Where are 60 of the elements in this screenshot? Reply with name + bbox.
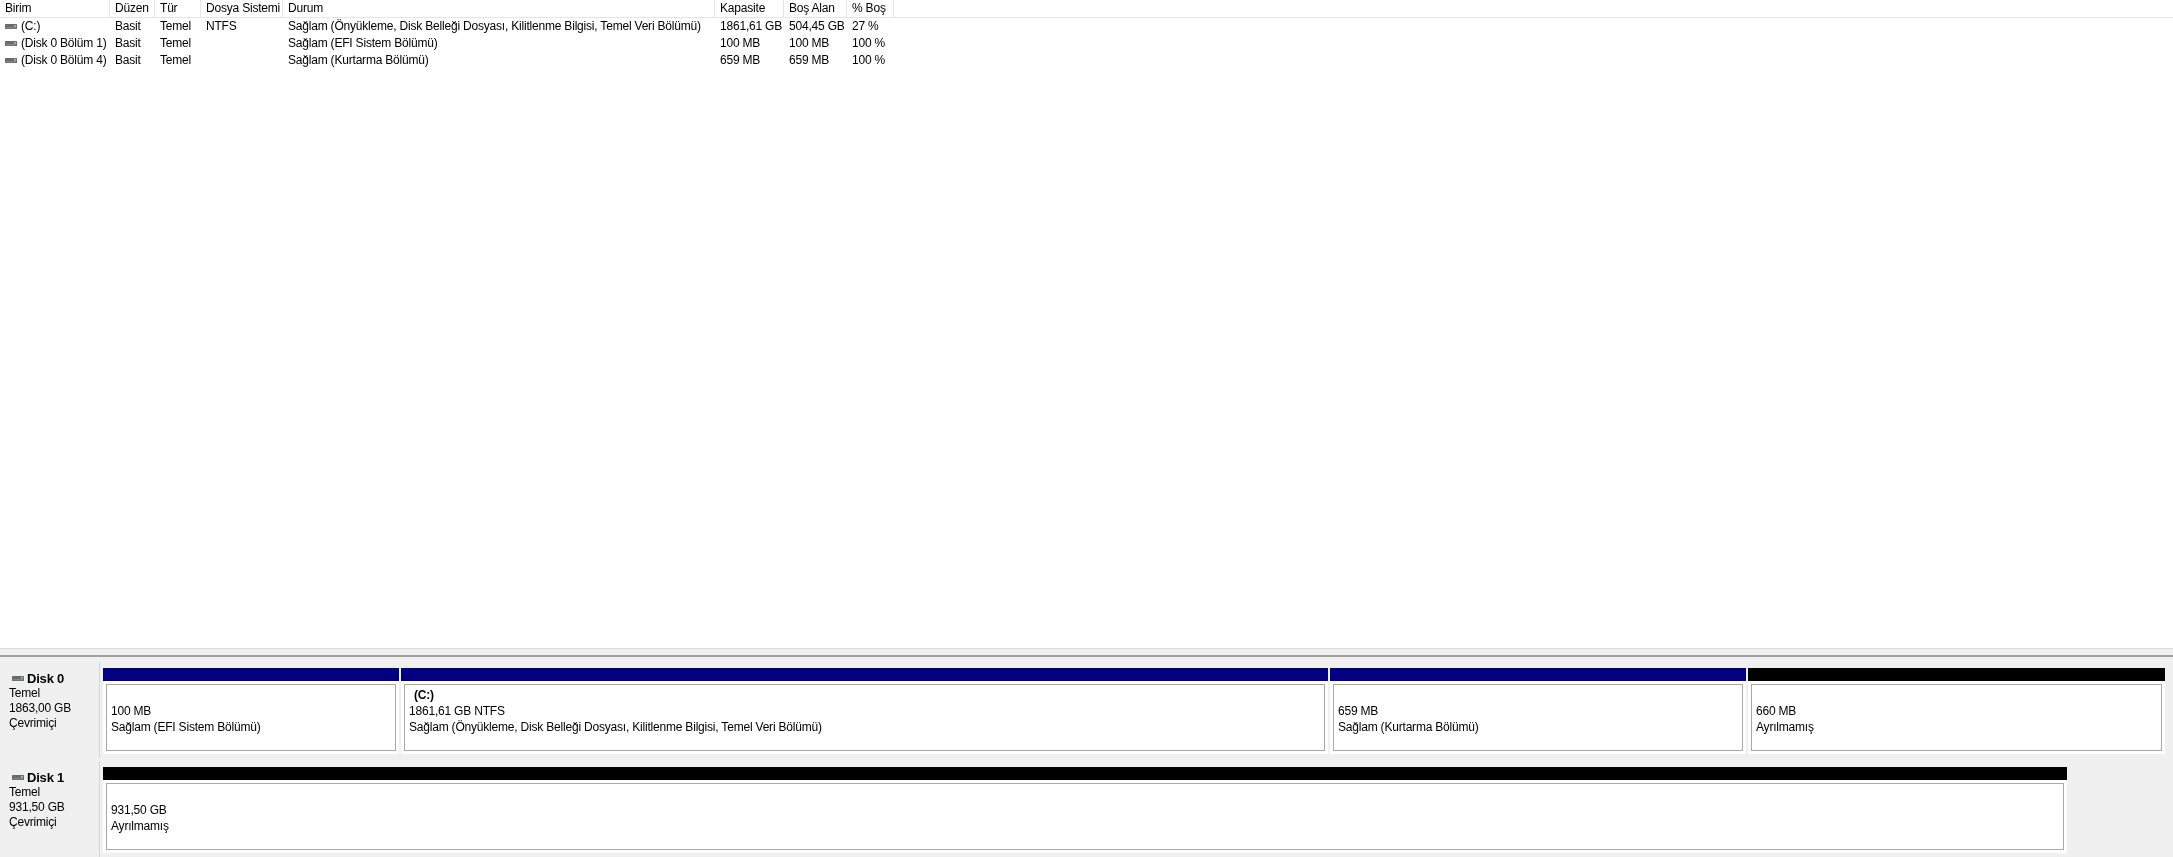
table-cell: Basit <box>115 52 141 69</box>
disk-size: 1863,00 GB <box>9 701 73 716</box>
partition-box[interactable]: 100 MB Sağlam (EFI Sistem Bölümü) <box>103 681 399 754</box>
partition-status: Sağlam (Önyükleme, Disk Belleği Dosyası, Kilitlenme Bilgisi, Temel Veri Bölümü) <box>409 719 823 735</box>
column-header[interactable]: Boş Alan <box>784 0 847 17</box>
column-header[interactable]: Dosya Sistemi <box>201 0 283 17</box>
column-header[interactable]: Durum <box>283 0 715 17</box>
table-cell: (Disk 0 Bölüm 4) <box>21 52 107 69</box>
disk-name: Disk 0 <box>27 671 65 686</box>
disk-icon <box>12 676 24 681</box>
drive-icon <box>5 58 17 63</box>
column-header[interactable]: Birim <box>0 0 110 17</box>
partition-box[interactable]: 660 MB Ayrılmamış <box>1748 681 2165 754</box>
partition-size: 1861,61 GB NTFS <box>409 703 506 719</box>
partition-box[interactable]: 659 MB Sağlam (Kurtarma Bölümü) <box>1330 681 1746 754</box>
partition-size: 100 MB <box>111 703 153 719</box>
table-cell: 659 MB <box>720 52 761 69</box>
disk-status: Çevrimiçi <box>9 815 58 830</box>
disk-size: 931,50 GB <box>9 800 66 815</box>
column-header[interactable]: Kapasite <box>715 0 784 17</box>
table-cell: Sağlam (EFI Sistem Bölümü) <box>288 35 438 52</box>
partition-size: 660 MB <box>1756 703 1798 719</box>
partition-status: Ayrılmamış <box>111 818 170 834</box>
table-cell: 504,45 GB <box>789 18 845 35</box>
table-cell: Sağlam (Önyükleme, Disk Belleği Dosyası, Kilitlenme Bilgisi, Temel Veri Bölümü) <box>288 18 701 35</box>
drive-icon <box>5 41 17 46</box>
splitter-handle[interactable] <box>0 648 2173 657</box>
partition-status: Ayrılmamış <box>1756 719 1815 735</box>
table-cell: (C:) <box>21 18 41 35</box>
column-header[interactable]: Düzen <box>110 0 155 17</box>
partition-box[interactable]: 931,50 GB Ayrılmamış <box>103 780 2067 853</box>
table-cell: NTFS <box>206 18 237 35</box>
table-cell: 100 MB <box>789 35 830 52</box>
table-cell: Sağlam (Kurtarma Bölümü) <box>288 52 429 69</box>
table-cell: Basit <box>115 35 141 52</box>
partition-size: 659 MB <box>1338 703 1380 719</box>
disk-type: Temel <box>9 785 41 800</box>
table-cell: 100 MB <box>720 35 761 52</box>
table-cell: 100 % <box>852 52 886 69</box>
partition-box[interactable]: (C:) 1861,61 GB NTFS Sağlam (Önyükleme, Disk Belleği Dosyası, Kilitlenme Bilgisi, Temel Veri Bölümü) <box>401 681 1328 754</box>
partition-status: Sağlam (Kurtarma Bölümü) <box>1338 719 1480 735</box>
table-cell: 100 % <box>852 35 886 52</box>
disk-type: Temel <box>9 686 41 701</box>
partition-label: (C:) <box>413 687 435 703</box>
disk-name: Disk 1 <box>27 770 65 785</box>
table-cell: 27 % <box>852 18 879 35</box>
disk-status: Çevrimiçi <box>9 716 58 731</box>
table-cell: Temel <box>160 35 191 52</box>
table-cell: (Disk 0 Bölüm 1) <box>21 35 107 52</box>
table-cell: 1861,61 GB <box>720 18 783 35</box>
drive-icon <box>5 24 17 29</box>
partition-status: Sağlam (EFI Sistem Bölümü) <box>111 719 262 735</box>
column-header[interactable]: % Boş <box>847 0 894 17</box>
table-cell: Basit <box>115 18 141 35</box>
table-cell: Temel <box>160 18 191 35</box>
disk-icon <box>12 775 24 780</box>
partition-size: 931,50 GB <box>111 802 168 818</box>
table-cell: Temel <box>160 52 191 69</box>
table-cell: 659 MB <box>789 52 830 69</box>
column-header[interactable]: Tür <box>155 0 201 17</box>
